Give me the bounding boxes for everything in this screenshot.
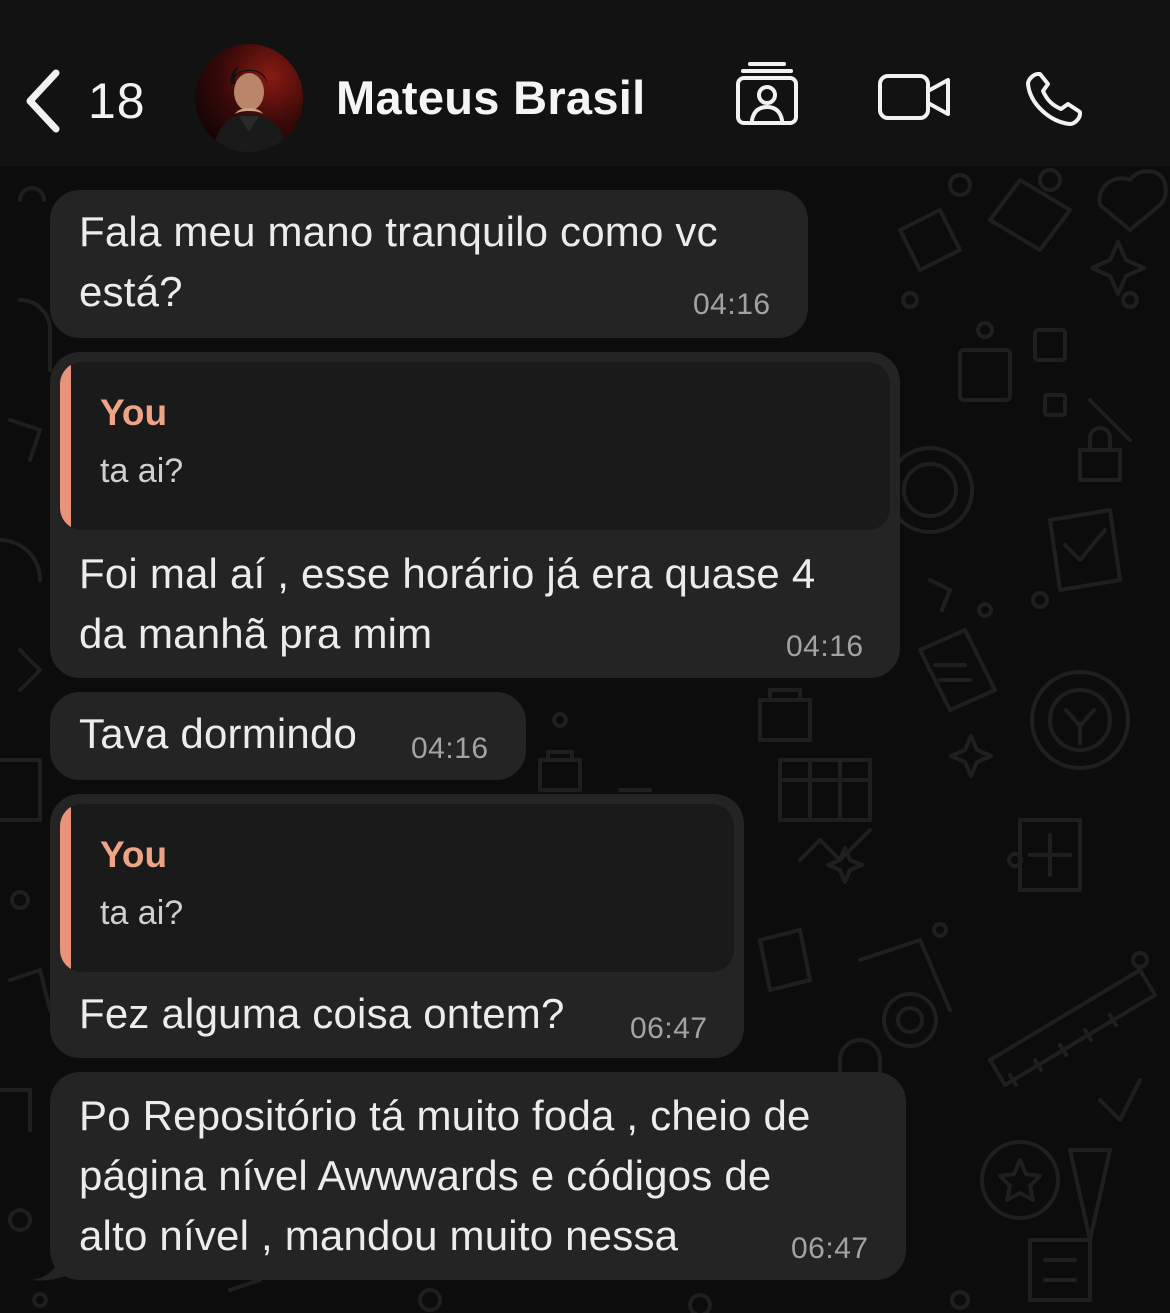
unread-count: 18 [88, 73, 146, 129]
message-timestamp: 06:47 [630, 1012, 708, 1045]
message-bubble[interactable]: Po Repositório tá muito foda , cheio de … [50, 1072, 906, 1280]
message-bubble[interactable]: Tava dormindo 04:16 [50, 692, 526, 780]
message-text-line: alto nível , mandou muito nessa [79, 1212, 679, 1259]
phone-icon [1026, 72, 1082, 126]
message-text-line: Foi mal aí , esse horário já era quase 4 [79, 550, 816, 597]
quote-accent-bar [60, 804, 71, 972]
message-timestamp: 06:47 [791, 1232, 869, 1265]
video-call-button[interactable] [878, 72, 952, 122]
voice-call-button[interactable] [1024, 70, 1086, 128]
message-text-line: está? [79, 268, 183, 315]
chat-screen: 18 Mateus Brasil Fala meu mano tranquilo… [0, 0, 1170, 1313]
message-text-line: Fala meu mano tranquilo como vc [79, 208, 718, 255]
message-text-line: da manhã pra mim [79, 610, 433, 657]
message-text-line: Fez alguma coisa ontem? [79, 990, 565, 1037]
message-bubble-reply[interactable]: You ta ai? Foi mal aí , esse horário já … [50, 352, 900, 678]
message-timestamp: 04:16 [411, 732, 489, 765]
back-button[interactable]: 18 [22, 66, 146, 136]
quoted-message[interactable]: You ta ai? [60, 804, 734, 972]
contact-card-icon [736, 62, 798, 125]
quoted-text: ta ai? [100, 894, 184, 932]
message-text-line: página nível Awwwards e códigos de [79, 1152, 772, 1199]
quoted-message[interactable]: You ta ai? [60, 362, 890, 530]
message-timestamp: 04:16 [693, 288, 771, 321]
quoted-author: You [100, 834, 168, 875]
chevron-left-icon [26, 69, 60, 133]
contact-card-button[interactable] [736, 62, 798, 126]
avatar[interactable] [195, 44, 303, 152]
message-bubble-reply[interactable]: You ta ai? Fez alguma coisa ontem? 06:47 [50, 794, 744, 1058]
message-text-line: Tava dormindo [79, 710, 358, 757]
video-camera-icon [878, 74, 950, 120]
contact-name[interactable]: Mateus Brasil [336, 70, 646, 125]
message-bubble[interactable]: Fala meu mano tranquilo como vc está? 04… [50, 190, 808, 338]
quoted-author: You [100, 392, 168, 433]
message-timestamp: 04:16 [786, 630, 864, 663]
quoted-text: ta ai? [100, 452, 184, 490]
chat-header: 18 Mateus Brasil [0, 0, 1170, 166]
message-text-line: Po Repositório tá muito foda , cheio de [79, 1092, 811, 1139]
quote-accent-bar [60, 362, 71, 530]
